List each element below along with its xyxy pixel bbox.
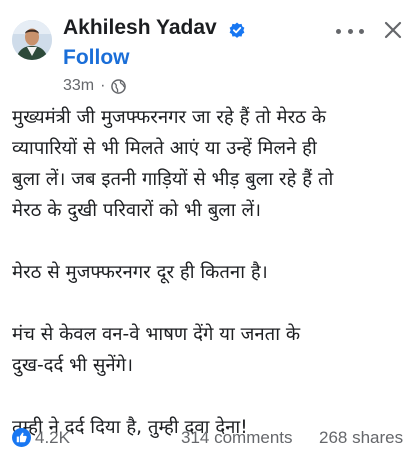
post-text-line: दुख-दर्द भी सुनेंगे।: [12, 355, 134, 376]
post-body: मुख्यमंत्री जी मुजफ्फरनगर जा रहे हैं तो …: [12, 102, 408, 443]
more-dot: [359, 28, 364, 34]
post-timestamp[interactable]: 33m: [63, 77, 94, 95]
post-text-line: मेरठ के दुखी परिवारों को भी बुला लें।: [12, 200, 262, 221]
avatar-image: [12, 20, 52, 60]
post-text-line: मेरठ से मुजफ्फरनगर दूर ही कितना है।: [12, 262, 268, 283]
follow-button[interactable]: Follow: [63, 46, 130, 70]
like-icon[interactable]: [12, 428, 31, 447]
comments-count[interactable]: 314 comments: [181, 428, 293, 448]
more-dot: [347, 28, 353, 34]
facebook-post: Akhilesh Yadav Follow 33m · मुख्यमंत्री …: [0, 0, 414, 458]
globe-icon: [111, 78, 127, 94]
author-name[interactable]: Akhilesh Yadav: [63, 16, 217, 40]
meta-separator: ·: [100, 77, 106, 94]
close-icon[interactable]: [383, 20, 403, 40]
post-text-line: मुख्यमंत्री जी मुजफ्फरनगर जा रहे हैं तो …: [12, 107, 327, 128]
post-meta: 33m ·: [63, 77, 127, 95]
post-text-line: बुला लें। जब इतनी गाड़ियों से भीड़ बुला …: [12, 169, 334, 190]
avatar[interactable]: [12, 20, 52, 60]
post-text-line: मंच से केवल वन-वे भाषण देंगे या जनता के: [12, 324, 301, 345]
more-options-icon[interactable]: [336, 22, 364, 40]
reactions-count[interactable]: 4.2K: [35, 428, 70, 448]
more-dot: [336, 28, 341, 34]
shares-count[interactable]: 268 shares: [319, 428, 403, 448]
verified-badge-icon: [229, 22, 245, 38]
post-text-line: व्यापारियों से भी मिलते आएं या उन्हें मि…: [12, 138, 317, 159]
engagement-bar: 4.2K 314 comments 268 shares: [12, 427, 404, 449]
